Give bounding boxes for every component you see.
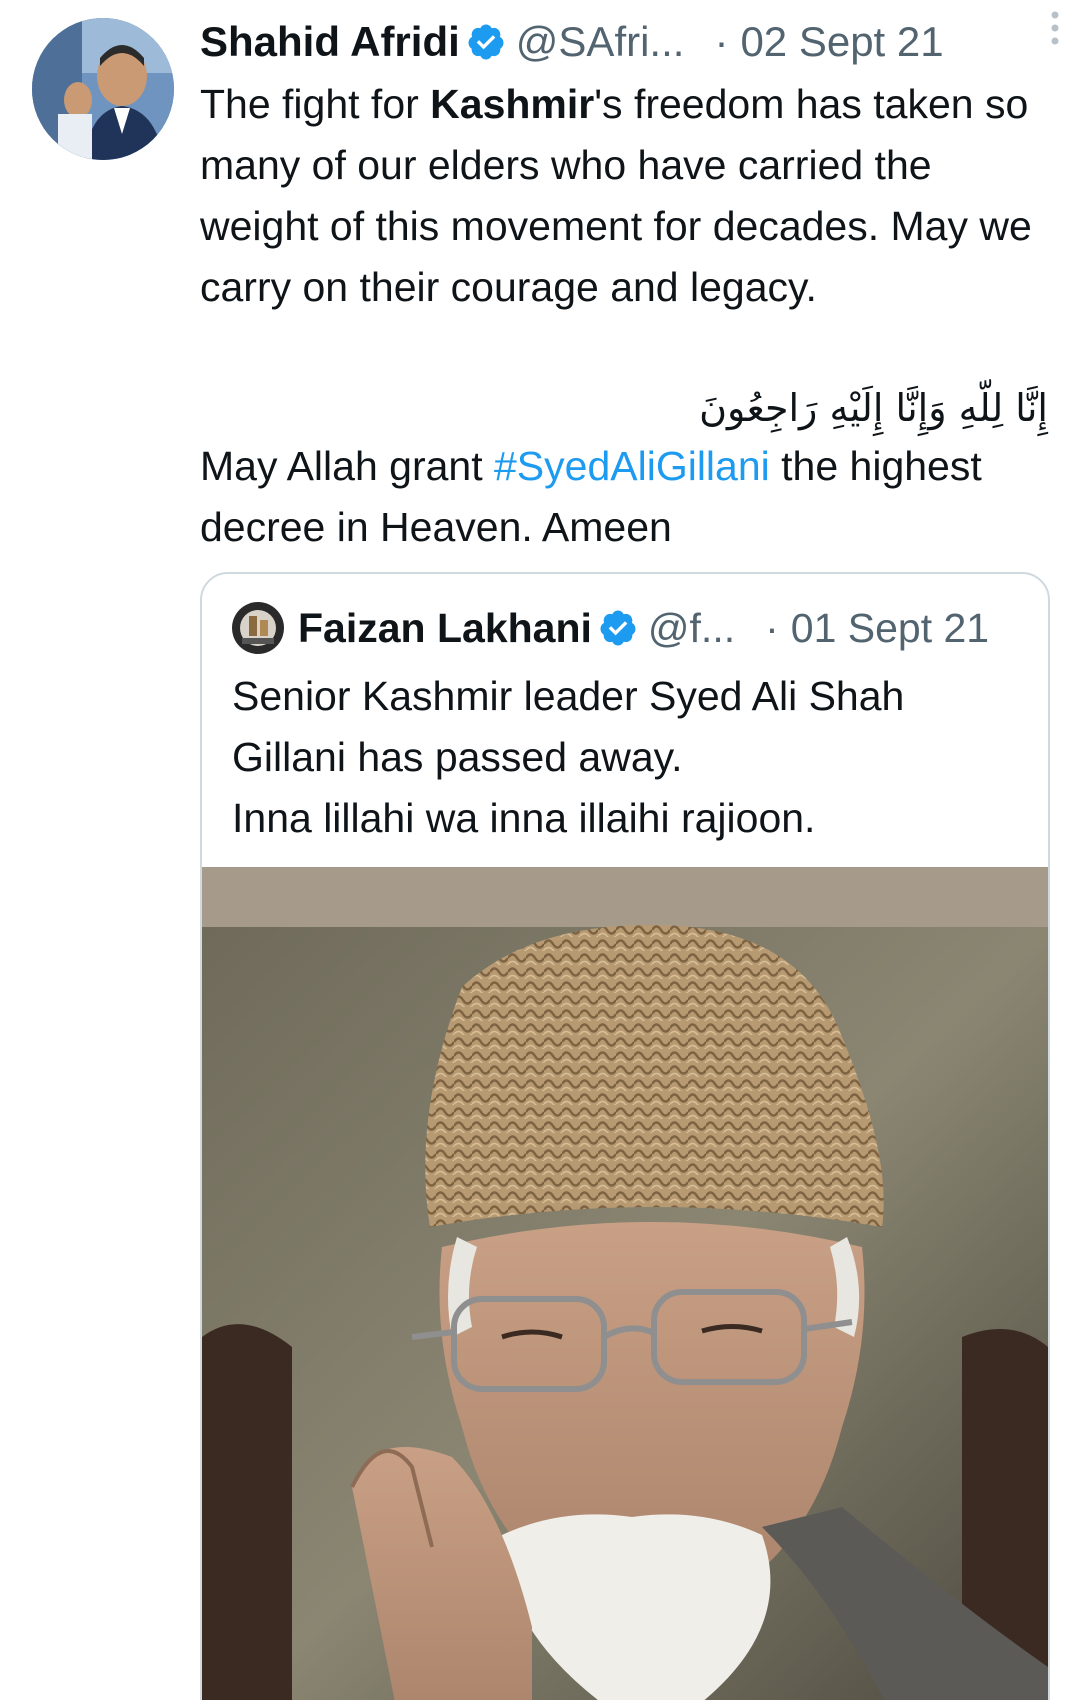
quoted-header-separator: ·	[765, 605, 779, 651]
hashtag-link[interactable]: #SyedAliGillani	[494, 443, 770, 489]
author-handle[interactable]: @SAfri...	[516, 14, 685, 70]
quoted-tweet-date[interactable]: 01 Sept 21	[791, 600, 989, 656]
author-name[interactable]: Shahid Afridi	[200, 14, 460, 70]
tweet-text-after-keyword: 's freedom has	[594, 81, 862, 127]
quoted-line-3: Inna lillahi wa inna illaihi rajioon.	[232, 795, 816, 841]
quoted-tweet-photo[interactable]	[202, 867, 1048, 1700]
tweet-text-start: The fight for	[200, 81, 431, 127]
quoted-author-name[interactable]: Faizan Lakhani	[298, 600, 592, 656]
tweet-paragraph-1: The fight for Kashmir's freedom has take…	[200, 74, 1050, 318]
quoted-line-2: Gillani has passed away.	[232, 734, 683, 780]
quoted-author-handle[interactable]: @f...	[648, 600, 735, 656]
quoted-tweet-header: Faizan Lakhani @f... · 01 Sept 21	[232, 600, 1032, 656]
more-options-icon[interactable]	[1040, 6, 1070, 50]
verified-badge-icon	[468, 24, 504, 60]
tweet-keyword: Kashmir	[430, 81, 595, 127]
tweet-prayer-text: May Allah grant #SyedAliGillani the high…	[200, 436, 1050, 558]
quoted-line-1: Senior Kashmir leader Syed Ali Shah	[232, 673, 905, 719]
tweet-date[interactable]: 02 Sept 21	[740, 14, 943, 70]
prayer-start: May Allah grant	[200, 443, 494, 489]
tweet-card[interactable]: Shahid Afridi @SAfri... · 02 Sept 21 The…	[0, 0, 1080, 1700]
quoted-tweet-text: Senior Kashmir leader Syed Ali Shah Gill…	[232, 666, 1032, 849]
quoted-verified-badge-icon	[600, 610, 636, 646]
quoted-author-avatar[interactable]	[232, 602, 284, 654]
arabic-verse: إِنَّا لِلّهِ وَإِنَّا إِلَيْهِ رَاجِعُو…	[699, 386, 1048, 430]
quoted-tweet[interactable]: Faizan Lakhani @f... · 01 Sept 21 Senior…	[200, 572, 1050, 1700]
tweet-text: The fight for Kashmir's freedom has take…	[200, 74, 1050, 318]
tweet-header: Shahid Afridi @SAfri... · 02 Sept 21	[200, 14, 1050, 70]
author-avatar[interactable]	[32, 18, 174, 160]
header-separator: ·	[714, 18, 729, 65]
